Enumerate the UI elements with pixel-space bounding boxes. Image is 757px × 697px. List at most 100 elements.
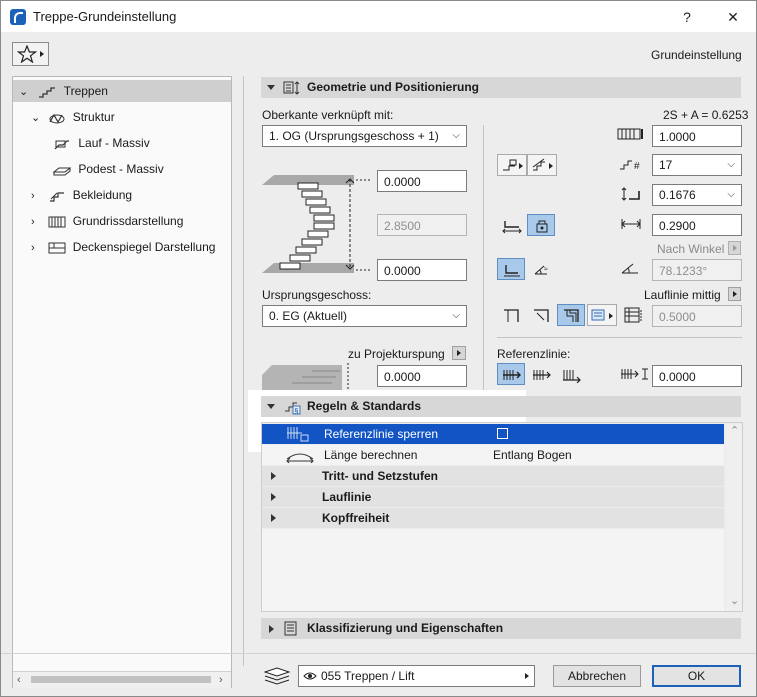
rules-vertical-scrollbar[interactable]: ⌃ ⌄ [726,424,742,611]
classification-icon [284,621,297,636]
walkline-offset-input[interactable]: 0.5000 [652,305,742,327]
stair-height-input[interactable]: 2.8500 [377,214,467,236]
tree-panel: ⌄ Treppen ⌄ Struktur Lauf - Massiv Podes… [12,76,232,688]
walkline-label: Lauflinie mittig [644,288,721,302]
row-value[interactable]: Entlang Bogen [493,448,572,462]
popup-arrow-icon [457,350,461,356]
tread-depth-input[interactable]: 0.2900 [652,214,742,236]
tree-horizontal-scrollbar[interactable]: ‹ › [13,671,231,688]
tree-item-struktur[interactable]: ⌄ Struktur [31,107,115,127]
top-offset-input[interactable]: 0.0000 [377,170,467,192]
angle-icon: ≈ [534,265,548,275]
geometry-divider [483,125,484,390]
reference-lock-checkbox[interactable] [497,428,508,439]
walkline-options-button[interactable] [587,304,617,326]
tree-item-label: Lauf - Massiv [78,136,150,150]
tree-item-grundrissdarstellung[interactable]: › Grundrissdarstellung [31,211,183,231]
layer-select[interactable]: 055 Treppen / Lift [298,665,535,687]
scroll-right-icon[interactable]: › [219,674,223,686]
angle-mode-popup-button[interactable] [728,241,741,255]
lock-tread-button[interactable] [497,214,525,236]
tree-item-label: Bekleidung [72,188,133,202]
select-value: 1. OG (Ursprungsgeschoss + 1) [269,129,439,143]
tree-item-podest-massiv[interactable]: Podest - Massiv [52,159,164,179]
chevron-down-icon: ⌄ [19,86,29,98]
tree-item-deckenspiegel[interactable]: › Deckenspiegel Darstellung [31,237,215,257]
list-row[interactable]: Länge berechnen Entlang Bogen [262,445,724,465]
list-empty-area [262,529,724,611]
list-row-selected[interactable]: Referenzlinie sperren [262,424,724,444]
svg-text:§: § [295,408,299,415]
angle-lock-button[interactable]: ≈ [527,258,555,280]
expand-arrow-icon [269,625,274,633]
collapse-arrow-icon [267,85,275,90]
walkline-popup-button[interactable] [728,287,741,301]
popup-arrow-icon [519,163,523,169]
close-button[interactable]: ✕ [719,6,747,28]
help-button[interactable]: ? [673,6,701,28]
layers-icon [263,667,291,685]
angle-input[interactable]: 78.1233° [652,259,742,281]
section-classification-header[interactable]: Klassifizierung und Eigenschaften [261,618,741,639]
riser-count-select[interactable]: 17 ⌵ [652,154,742,176]
angle-mode-label: Nach Winkel [657,242,725,256]
tree-item-label: Treppen [63,84,108,98]
flight-type-button[interactable] [497,154,527,176]
scroll-up-icon[interactable]: ⌃ [730,424,739,437]
list-group-row[interactable]: Tritt- und Setzstufen [262,466,724,486]
lock-riser-button[interactable] [527,214,555,236]
tree-item-lauf-massiv[interactable]: Lauf - Massiv [53,133,150,153]
expand-arrow-icon [271,472,276,480]
ref-line-right-button[interactable] [557,363,585,385]
ref-line-left-button[interactable] [497,363,525,385]
chevron-down-icon: ⌄ [31,112,41,124]
top-link-select[interactable]: 1. OG (Ursprungsgeschoss + 1) ⌵ [262,125,467,147]
section-geometry-header[interactable]: Geometrie und Positionierung [261,77,741,98]
riser-height-select[interactable]: 0.1676 ⌵ [652,184,742,206]
project-origin-popup-button[interactable] [452,346,466,360]
arc-length-icon [286,453,314,463]
ref-line-center-button[interactable] [527,363,555,385]
list-group-row[interactable]: Lauflinie [262,487,724,507]
floor-plan-icon [48,216,66,228]
ok-button[interactable]: OK [652,665,741,687]
tree-item-bekleidung[interactable]: › Bekleidung [31,185,132,205]
popup-arrow-icon [733,245,737,251]
cancel-button[interactable]: Abbrechen [553,665,641,687]
group-label: Kopffreiheit [322,511,390,525]
list-group-row[interactable]: Kopffreiheit [262,508,724,528]
scroll-down-icon[interactable]: ⌄ [730,594,739,607]
walkline-center-button[interactable] [557,304,585,326]
riser-lock-button[interactable] [497,258,525,280]
chevron-down-icon: ⌵ [727,159,735,170]
scrollbar-thumb[interactable] [31,676,211,683]
project-origin-input[interactable]: 0.0000 [377,365,467,387]
separator [497,337,742,338]
structure-type-button[interactable] [527,154,557,176]
ceiling-plan-icon [48,242,66,254]
select-value: 0.1676 [659,188,696,202]
stair-width-input[interactable]: 1.0000 [652,125,742,147]
walkline-offset-button[interactable] [527,304,555,326]
bottom-offset-input[interactable]: 0.0000 [377,259,467,281]
popup-arrow-icon [733,291,737,297]
scroll-left-icon[interactable]: ‹ [17,674,21,686]
chevron-right-icon: › [31,242,35,254]
section-title: Regeln & Standards [307,399,422,413]
origin-story-select[interactable]: 0. EG (Aktuell) ⌵ [262,305,467,327]
expand-arrow-icon [271,514,276,522]
walkline-offset-icon [624,307,642,323]
title-bar: Treppe-Grundeinstellung ? ✕ [1,1,756,32]
section-rules-header[interactable]: § Regeln & Standards [261,396,741,417]
tree-item-treppen[interactable]: ⌄ Treppen [19,81,108,101]
reference-line-label: Referenzlinie: [497,347,571,361]
settings-subtitle: Grundeinstellung [651,48,742,62]
star-icon [17,45,37,63]
favorites-button[interactable] [12,42,49,66]
rules-list: Referenzlinie sperren Länge berechnen En… [261,422,743,612]
ref-offset-input[interactable]: 0.0000 [652,365,742,387]
dropdown-arrow-icon [40,51,44,57]
ref-offset-icon [621,368,648,380]
walkline-left-button[interactable] [497,304,525,326]
panel-splitter[interactable] [243,76,244,666]
